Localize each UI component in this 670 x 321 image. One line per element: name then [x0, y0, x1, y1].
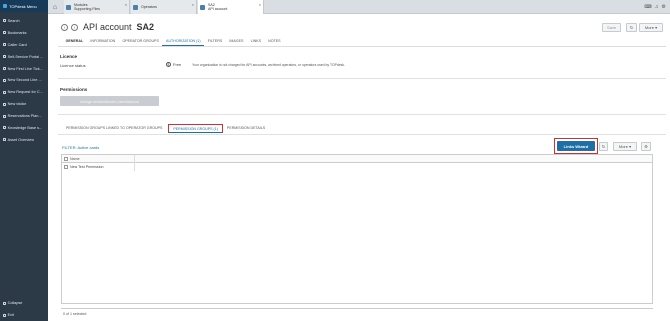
- refresh-icon[interactable]: ↻: [599, 142, 608, 151]
- forward-icon[interactable]: ›: [71, 24, 78, 31]
- back-icon[interactable]: ‹: [61, 24, 68, 31]
- dollar-icon: $: [166, 62, 171, 67]
- tab-modules[interactable]: Modules Supporting Files ×: [64, 0, 130, 14]
- column-divider: [134, 155, 135, 171]
- user-icon: [200, 4, 205, 10]
- table-row[interactable]: New Test Permission: [62, 163, 652, 171]
- close-icon[interactable]: ×: [192, 2, 194, 7]
- divider: [58, 78, 666, 79]
- settings-icon[interactable]: ⚙: [641, 142, 651, 151]
- app-title: TOPdesk Menu: [9, 3, 37, 9]
- licence-status-label: Licence status: [60, 63, 86, 68]
- tab-operator-groups[interactable]: OPERATOR GROUPS: [119, 38, 163, 46]
- knowledge-icon: [3, 126, 6, 130]
- select-all-checkbox[interactable]: [64, 156, 68, 161]
- detail-tabs: GENERAL INFORMATION OPERATOR GROUPS AUTH…: [62, 38, 284, 46]
- close-icon[interactable]: ×: [259, 2, 261, 7]
- sidebar-header[interactable]: TOPdesk Menu: [0, 0, 48, 12]
- sidebar-item-self-service[interactable]: Self-Service Portal ...: [0, 51, 48, 63]
- menu-icon: [3, 4, 7, 8]
- tab-api-account[interactable]: SA2 API account ×: [198, 0, 264, 14]
- grid-icon: [66, 4, 71, 10]
- tab-authorization[interactable]: AUTHORIZATION (1): [162, 38, 205, 46]
- tab-permission-details[interactable]: PERMISSION DETAILS: [223, 124, 269, 133]
- divider: [58, 134, 666, 135]
- sidebar-item-knowledge-base[interactable]: Knowledge Base s...: [0, 122, 48, 134]
- sidebar: TOPdesk Menu Search Bookmarks Caller Car…: [0, 0, 48, 321]
- sidebar-item-request-change[interactable]: New Request for C...: [0, 86, 48, 98]
- visitor-icon: [3, 102, 6, 106]
- sidebar-collapse[interactable]: Collapse: [0, 297, 48, 309]
- sidebar-item-second-line[interactable]: New Second Line ...: [0, 74, 48, 86]
- ticket-icon: [3, 67, 6, 70]
- ticket-icon: [3, 78, 6, 82]
- home-icon[interactable]: ⌂: [50, 2, 60, 12]
- tab-operators[interactable]: Operators ×: [131, 0, 197, 14]
- asset-icon: [3, 138, 6, 142]
- grid-header: Name: [62, 155, 652, 163]
- filter-label[interactable]: FILTER: Active cards: [62, 145, 99, 150]
- permission-tabs: PERMISSION GROUPS LINKED TO OPERATOR GRO…: [62, 124, 269, 133]
- search-icon: [3, 19, 6, 23]
- tab-information[interactable]: INFORMATION: [87, 38, 119, 46]
- sidebar-item-asset-overview[interactable]: Asset Overview: [0, 134, 48, 146]
- sidebar-item-bookmarks[interactable]: Bookmarks: [0, 27, 48, 39]
- divider: [58, 114, 666, 115]
- refresh-icon[interactable]: ↻: [626, 23, 637, 32]
- portal-icon: [3, 55, 6, 59]
- bell-icon[interactable]: ♫: [655, 4, 659, 10]
- row-checkbox[interactable]: [64, 165, 68, 169]
- permission-grid: Name New Test Permission: [61, 154, 653, 304]
- close-icon[interactable]: ×: [125, 2, 127, 7]
- tab-links[interactable]: LINKS: [247, 38, 265, 46]
- tab-general[interactable]: GENERAL: [62, 38, 87, 46]
- licence-section-title: Licence: [60, 54, 78, 59]
- settings-icon[interactable]: ⚙: [662, 4, 666, 10]
- sidebar-item-search[interactable]: Search: [0, 15, 48, 27]
- tab-images[interactable]: IMAGES: [226, 38, 247, 46]
- keyboard-icon[interactable]: ⌨: [645, 4, 652, 10]
- change-icon: [3, 90, 6, 94]
- calendar-icon: [3, 114, 6, 118]
- exit-icon: [3, 313, 6, 317]
- links-wizard-button[interactable]: Links Wizard: [557, 141, 595, 151]
- divider: [58, 46, 666, 47]
- more-button[interactable]: More ▾: [639, 23, 663, 32]
- tab-filters[interactable]: FILTERS: [204, 38, 226, 46]
- tab-bar: ⌂ Modules Supporting Files × Operators × …: [48, 0, 670, 14]
- page-title: API account SA2: [83, 22, 155, 32]
- sidebar-item-reservations[interactable]: Reservations Plan...: [0, 110, 48, 122]
- tab-notes[interactable]: NOTES: [265, 38, 285, 46]
- operators-icon: [133, 4, 138, 10]
- sidebar-item-caller-card[interactable]: Caller Card: [0, 39, 48, 51]
- assign-admin-permissions-button[interactable]: Assign administrator permissions: [60, 96, 159, 106]
- caller-card-icon: [3, 43, 6, 47]
- selection-status: 0 of 1 selected: [61, 308, 653, 318]
- licence-status-value: $ Free: [166, 62, 182, 67]
- sidebar-exit[interactable]: Exit: [0, 309, 48, 321]
- tab-permission-groups[interactable]: PERMISSION GROUPS (1): [168, 124, 223, 133]
- save-button[interactable]: Save: [602, 23, 621, 32]
- permissions-section-title: Permissions: [60, 87, 88, 92]
- sidebar-item-first-line[interactable]: New First Line Tick...: [0, 63, 48, 75]
- sidebar-item-new-visitor[interactable]: New visitor: [0, 98, 48, 110]
- tab-linked-groups[interactable]: PERMISSION GROUPS LINKED TO OPERATOR GRO…: [62, 124, 166, 133]
- collapse-icon: [3, 301, 6, 305]
- licence-note: Your organization is not charged for API…: [192, 63, 345, 67]
- bookmark-icon: [3, 31, 6, 35]
- grid-more-button[interactable]: More ▾: [613, 142, 637, 151]
- column-header-name[interactable]: Name: [70, 157, 80, 161]
- row-name: New Test Permission: [70, 165, 104, 169]
